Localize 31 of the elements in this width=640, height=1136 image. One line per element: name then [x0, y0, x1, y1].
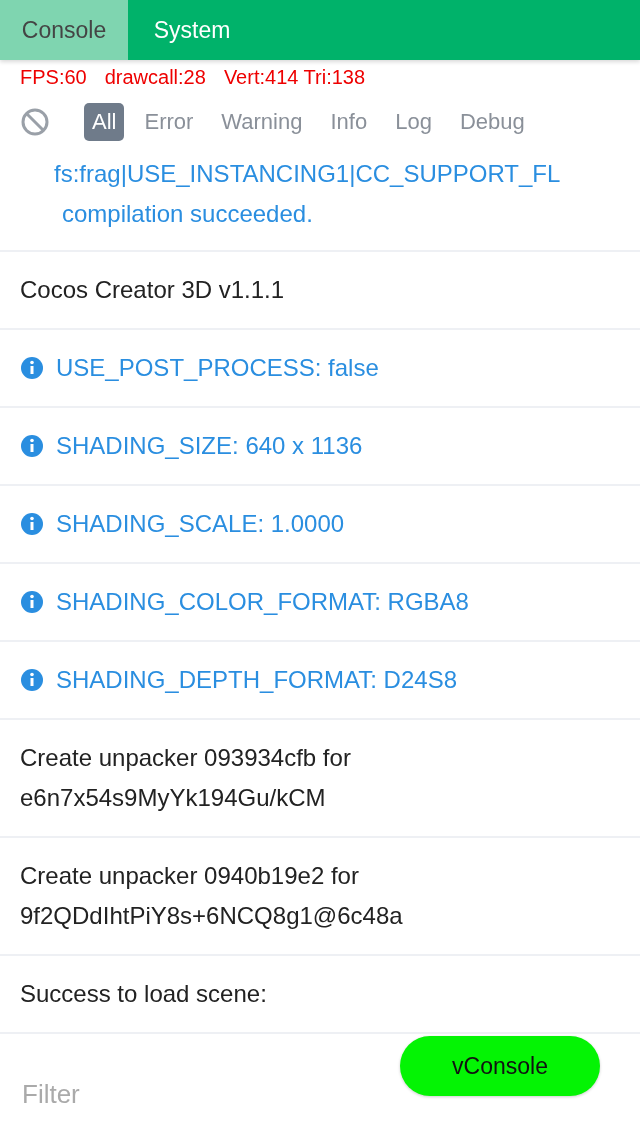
- vconsole-button[interactable]: vConsole: [400, 1036, 600, 1096]
- info-icon: [20, 512, 44, 536]
- info-icon: [20, 668, 44, 692]
- filter-tab[interactable]: All: [84, 103, 125, 141]
- filter-tab[interactable]: Debug: [451, 103, 533, 141]
- log-text: Cocos Creator 3D v1.1.1: [20, 275, 285, 305]
- log-text: e6n7x54s9MyYk194Gu/kCM: [20, 783, 327, 813]
- log-text: compilation succeeded.: [61, 199, 314, 229]
- log-text: Success to load scene:: [20, 979, 267, 1009]
- filter-tab[interactable]: Error: [136, 103, 202, 141]
- stats-text: FPS:60: [20, 65, 87, 90]
- info-icon: [20, 590, 44, 614]
- filter-tab[interactable]: Warning: [213, 103, 311, 141]
- tab[interactable]: System: [128, 0, 256, 60]
- log-text: Create unpacker 093934cfb for: [20, 743, 351, 773]
- stats-text: drawcall:28: [104, 65, 206, 90]
- log-text: SHADING_DEPTH_FORMAT: D24S8: [56, 665, 457, 695]
- log-text: Create unpacker 0940b19e2 for: [20, 861, 360, 891]
- log-text: fs:frag|USE_INSTANCING1|CC_SUPPORT_FL: [54, 159, 561, 189]
- filter-tab[interactable]: Info: [322, 103, 376, 141]
- clear-icon[interactable]: [20, 107, 50, 137]
- log-text: SHADING_COLOR_FORMAT: RGBA8: [56, 587, 469, 617]
- log-text: 9f2QDdIhtPiY8s+6NCQ8g1@6c48a: [20, 901, 403, 931]
- log-text: SHADING_SCALE: 1.0000: [56, 509, 345, 539]
- info-icon: [20, 356, 44, 380]
- stats-text: Vert:414 Tri:138: [223, 65, 366, 90]
- tab[interactable]: Console: [0, 0, 128, 60]
- log-text: USE_POST_PROCESS: false: [56, 353, 379, 383]
- info-icon: [20, 434, 44, 458]
- filter-tab[interactable]: Log: [387, 103, 440, 141]
- log-text: SHADING_SIZE: 640 x 1136: [56, 431, 363, 461]
